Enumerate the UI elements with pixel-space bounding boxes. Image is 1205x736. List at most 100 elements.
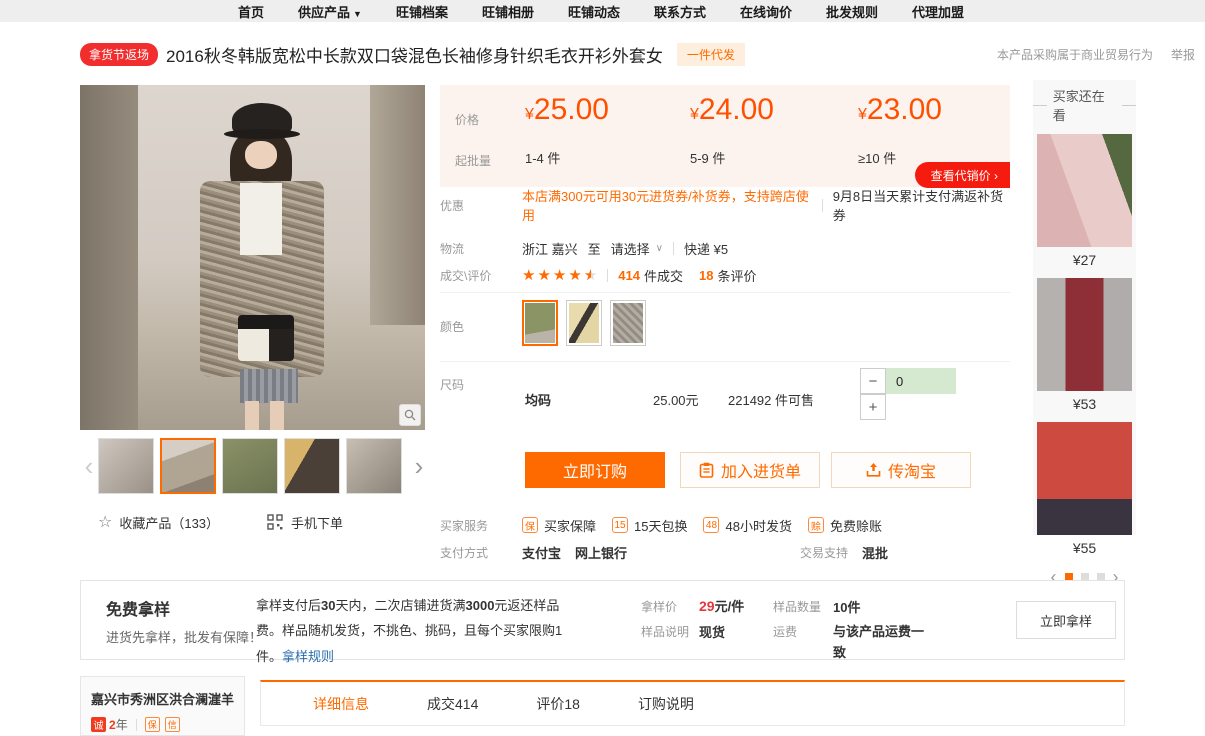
price-tier-2: ¥24.00: [690, 93, 774, 127]
member-years: 2: [109, 718, 116, 732]
nav-shop-album[interactable]: 旺铺相册: [482, 2, 534, 21]
sample-qty-label: 样品数量: [773, 598, 821, 615]
color-swatch-plaid[interactable]: [610, 300, 646, 346]
thumbnail-4[interactable]: [284, 438, 340, 494]
favorite-row: ☆ 收藏产品（133） 手机下单: [98, 512, 428, 532]
photo-leg: [245, 401, 259, 430]
star-icon: ★: [537, 266, 550, 284]
payment-row: 支付方式 支付宝 网上银行 交易支持 混批: [440, 542, 1010, 562]
ship-to-label: 至: [588, 239, 601, 258]
logistics-label: 物流: [440, 240, 522, 257]
thumbnail-strip: ‹ ›: [80, 437, 430, 495]
service-free-credit: 赊免费赊账: [808, 516, 882, 535]
color-swatch-green-selected[interactable]: [522, 300, 558, 346]
tab-detail-info[interactable]: 详细信息: [313, 694, 369, 714]
divider: [673, 242, 674, 255]
favorite-button[interactable]: 收藏产品（133）: [119, 513, 219, 532]
reviews-count[interactable]: 18: [699, 268, 713, 283]
promo-label: 优惠: [440, 197, 522, 214]
minus-button[interactable]: −: [860, 368, 886, 394]
thumbnail-2-selected[interactable]: [160, 438, 216, 494]
deal-label: 成交\评价: [440, 267, 522, 284]
thumbnail-5[interactable]: [346, 438, 402, 494]
buyer-service-row: 买家服务 保买家保障 1515天包换 4848小时发货 赊免费赊账: [440, 515, 1010, 535]
distributor-price-button[interactable]: 查看代销价 ›: [915, 162, 1010, 188]
service-15day-return: 1515天包换: [612, 516, 687, 535]
seller-card: 嘉兴市秀洲区洪合澜漄羊... 诚 2 年 保 信: [80, 676, 245, 736]
thumbnail-1[interactable]: [98, 438, 154, 494]
photo-white-top: [240, 183, 282, 255]
photo-handbag: [238, 315, 294, 361]
mobile-order-button[interactable]: 手机下单: [291, 513, 343, 532]
nav-products[interactable]: 供应产品▼: [298, 2, 362, 21]
moq-tier-1: 1-4 件: [525, 148, 560, 167]
upload-icon: [866, 462, 881, 478]
quantity-input[interactable]: [886, 368, 956, 394]
payment-label: 支付方式: [440, 544, 522, 561]
size-row: 尺码 均码 25.00元 221492 件可售 − +: [440, 368, 1010, 430]
campaign-badge[interactable]: 拿货节返场: [80, 43, 158, 66]
shipping-icon: 48: [703, 517, 719, 533]
related-item-price: ¥53: [1037, 396, 1132, 412]
destination-select[interactable]: 请选择∨: [611, 239, 663, 258]
nav-agency[interactable]: 代理加盟: [912, 2, 964, 21]
half-star-icon: ★★: [584, 266, 597, 284]
title-row: 拿货节返场 2016秋冬韩版宽松中长款双口袋混色长袖修身针织毛衣开衫外套女 一件…: [80, 41, 1195, 67]
color-swatch-yellow[interactable]: [566, 300, 602, 346]
seller-name-link[interactable]: 嘉兴市秀洲区洪合澜漄羊...: [91, 689, 234, 708]
coupon-link[interactable]: 本店满300元可用30元进货券/补货券，支持跨店使用: [522, 186, 812, 224]
quantity-stepper: − +: [860, 368, 956, 420]
nav-shop-profile[interactable]: 旺铺档案: [396, 2, 448, 21]
deals-count[interactable]: 414: [618, 268, 640, 283]
nav-shop-updates[interactable]: 旺铺动态: [568, 2, 620, 21]
related-item-price: ¥27: [1037, 252, 1132, 268]
get-sample-button[interactable]: 立即拿样: [1016, 601, 1116, 639]
sample-price-value: 29元/件: [699, 596, 744, 615]
order-now-button[interactable]: 立即订购: [525, 452, 665, 488]
seller-badges: 诚 2 年 保 信: [91, 716, 234, 733]
star-icon: ★: [553, 266, 566, 284]
size-name: 均码: [525, 390, 551, 409]
magnifier-icon[interactable]: [399, 404, 421, 426]
product-main-image[interactable]: [80, 85, 425, 430]
nav-inquiry[interactable]: 在线询价: [740, 2, 792, 21]
thumbs-next-icon[interactable]: ›: [410, 438, 428, 494]
sample-note-value: 现货: [699, 622, 725, 641]
nav-home[interactable]: 首页: [238, 2, 264, 21]
sample-description: 拿样支付后30天内，二次店铺进货满3000元返还样品费。样品随机发货，不挑色、挑…: [256, 593, 566, 669]
add-to-purchase-list-button[interactable]: 加入进货单: [680, 452, 820, 488]
related-item-1[interactable]: ¥27: [1037, 134, 1132, 268]
plus-button[interactable]: +: [860, 394, 886, 420]
upload-to-taobao-button[interactable]: 传淘宝: [831, 452, 971, 488]
related-item-image: [1037, 278, 1132, 391]
tab-order-notes[interactable]: 订购说明: [638, 694, 694, 714]
thumbs-prev-icon[interactable]: ‹: [80, 438, 98, 494]
purchase-panel: 价格 起批量 ¥25.00 ¥24.00 ¥23.00 1-4 件 5-9 件 …: [440, 85, 1010, 570]
sample-subtitle: 进货先拿样，批发有保障！: [106, 627, 262, 646]
netbank-method: 网上银行: [575, 543, 627, 562]
nav-wholesale-rules[interactable]: 批发规则: [826, 2, 878, 21]
promo-event-text: 9月8日当天累计支付满返补货券: [833, 186, 1010, 224]
price-label: 价格: [455, 111, 479, 128]
star-icon: ★: [522, 266, 535, 284]
deals-suffix: 件成交: [644, 266, 683, 285]
detail-tabbar: 详细信息 成交414 评价18 订购说明: [260, 680, 1125, 726]
thumbnail-3[interactable]: [222, 438, 278, 494]
divider: [607, 269, 608, 282]
credit-icon: 赊: [808, 517, 824, 533]
top-nav: 首页 供应产品▼ 旺铺档案 旺铺相册 旺铺动态 联系方式 在线询价 批发规则 代…: [0, 0, 1205, 22]
tab-reviews[interactable]: 评价18: [536, 694, 580, 714]
related-item-image: [1037, 134, 1132, 247]
nav-contact[interactable]: 联系方式: [654, 2, 706, 21]
star-icon: ★: [568, 266, 581, 284]
chevron-down-icon: ▼: [353, 9, 362, 19]
logistics-row: 物流 浙江 嘉兴 至 请选择∨ 快递 ¥5: [440, 238, 1010, 258]
photo-leg: [270, 401, 284, 430]
report-link[interactable]: 举报: [1171, 46, 1195, 63]
sample-rule-link[interactable]: 拿样规则: [282, 649, 334, 664]
related-item-3[interactable]: ¥55: [1037, 422, 1132, 556]
unit-price: 25.00元: [653, 390, 699, 409]
tab-deals[interactable]: 成交414: [427, 694, 478, 714]
divider: [440, 361, 1010, 362]
related-item-2[interactable]: ¥53: [1037, 278, 1132, 412]
